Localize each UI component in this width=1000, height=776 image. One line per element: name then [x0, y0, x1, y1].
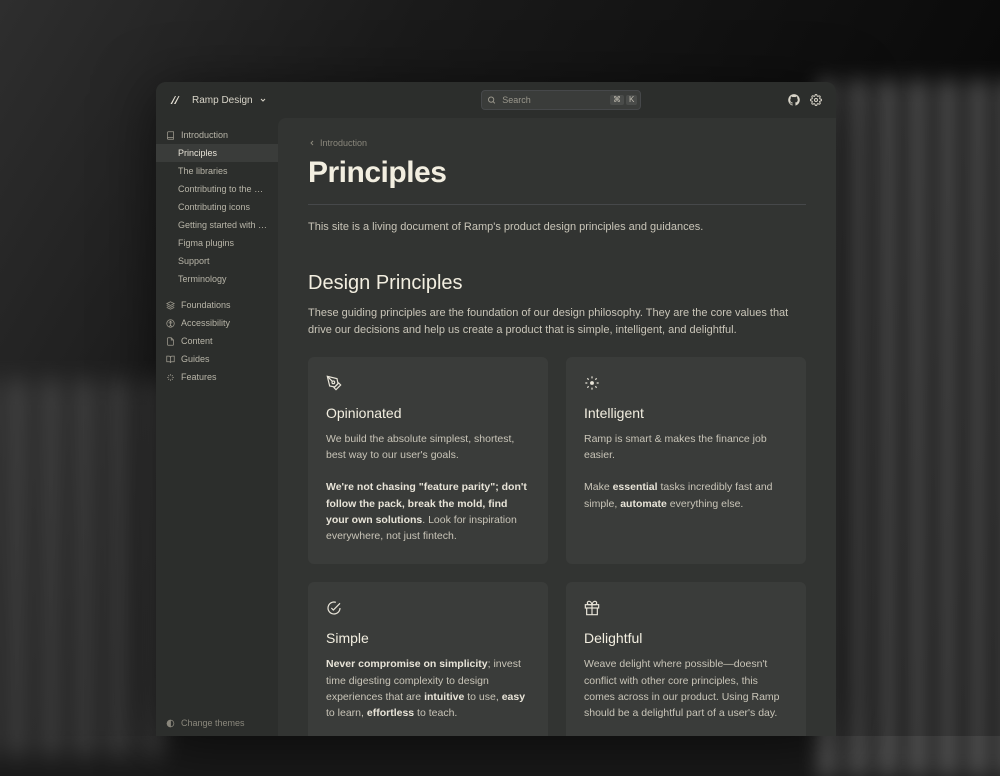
card-title: Intelligent — [584, 405, 788, 421]
arrow-left-icon — [308, 139, 316, 147]
card-body: Never compromise on simplicity; invest t… — [326, 656, 530, 721]
sidebar-group-accessibility[interactable]: Accessibility — [156, 314, 278, 332]
sidebar-item-contributing-icons[interactable]: Contributing icons — [156, 198, 278, 216]
check-circle-icon — [326, 600, 342, 616]
section-title: Design Principles — [308, 272, 806, 295]
sidebar-item-principles[interactable]: Principles — [156, 144, 278, 162]
sidebar-group-label: Content — [181, 336, 213, 346]
card-body: Weave delight where possible—doesn't con… — [584, 656, 788, 721]
card-delightful: Delightful Weave delight where possible—… — [566, 582, 806, 736]
book-open-icon — [166, 355, 175, 364]
sidebar: Introduction Principles The libraries Co… — [156, 118, 278, 736]
divider — [308, 204, 806, 205]
kbd-k: K — [626, 95, 637, 105]
sidebar-item-contributing-design[interactable]: Contributing to the desig… — [156, 180, 278, 198]
chevron-down-icon — [259, 96, 267, 104]
sparkle-icon — [166, 373, 175, 382]
sidebar-group-foundations[interactable]: Foundations — [156, 296, 278, 314]
accessibility-icon — [166, 319, 175, 328]
theme-switcher[interactable]: Change themes — [156, 710, 278, 736]
kbd-cmd: ⌘ — [610, 95, 624, 105]
app-window: Ramp Design ⌘ K — [156, 82, 836, 736]
sidebar-item-terminology[interactable]: Terminology — [156, 270, 278, 288]
search-shortcut: ⌘ K — [610, 95, 637, 105]
sparkle-burst-icon — [584, 375, 600, 391]
search-icon — [487, 96, 496, 105]
search-wrap: ⌘ K — [481, 90, 641, 110]
sidebar-group-label: Accessibility — [181, 318, 230, 328]
gift-icon — [584, 600, 600, 616]
topbar: Ramp Design ⌘ K — [156, 82, 836, 118]
card-intelligent: Intelligent Ramp is smart & makes the fi… — [566, 357, 806, 565]
theme-switcher-label: Change themes — [181, 718, 245, 728]
card-body: We build the absolute simplest, shortest… — [326, 431, 530, 545]
sidebar-group-label: Foundations — [181, 300, 231, 310]
app-logo — [168, 93, 182, 107]
main-content: Introduction Principles This site is a l… — [278, 118, 836, 736]
card-opinionated: Opinionated We build the absolute simple… — [308, 357, 548, 565]
sidebar-group-label: Features — [181, 372, 217, 382]
document-icon — [166, 337, 175, 346]
book-icon — [166, 131, 175, 140]
sidebar-item-support[interactable]: Support — [156, 252, 278, 270]
settings-icon[interactable] — [808, 92, 824, 108]
card-body: Ramp is smart & makes the finance job ea… — [584, 431, 788, 512]
breadcrumb[interactable]: Introduction — [308, 138, 806, 148]
sidebar-group-label: Guides — [181, 354, 210, 364]
sidebar-item-getting-started-figma[interactable]: Getting started with Figm… — [156, 216, 278, 234]
sidebar-item-libraries[interactable]: The libraries — [156, 162, 278, 180]
sidebar-group-guides[interactable]: Guides — [156, 350, 278, 368]
card-title: Delightful — [584, 630, 788, 646]
card-title: Opinionated — [326, 405, 530, 421]
page-title: Principles — [308, 156, 806, 190]
sidebar-group-features[interactable]: Features — [156, 368, 278, 386]
pen-icon — [326, 375, 342, 391]
github-icon[interactable] — [786, 92, 802, 108]
sidebar-group-introduction[interactable]: Introduction — [156, 126, 278, 144]
page-intro: This site is a living document of Ramp's… — [308, 219, 806, 236]
sidebar-group-content[interactable]: Content — [156, 332, 278, 350]
sidebar-item-figma-plugins[interactable]: Figma plugins — [156, 234, 278, 252]
theme-icon — [166, 719, 175, 728]
principles-grid: Opinionated We build the absolute simple… — [308, 357, 806, 736]
card-simple: Simple Never compromise on simplicity; i… — [308, 582, 548, 736]
sidebar-group-label: Introduction — [181, 130, 228, 140]
layers-icon — [166, 301, 175, 310]
breadcrumb-parent: Introduction — [320, 138, 367, 148]
workspace-name: Ramp Design — [192, 95, 253, 106]
workspace-switcher[interactable]: Ramp Design — [192, 95, 267, 106]
card-title: Simple — [326, 630, 530, 646]
section-description: These guiding principles are the foundat… — [308, 305, 806, 339]
